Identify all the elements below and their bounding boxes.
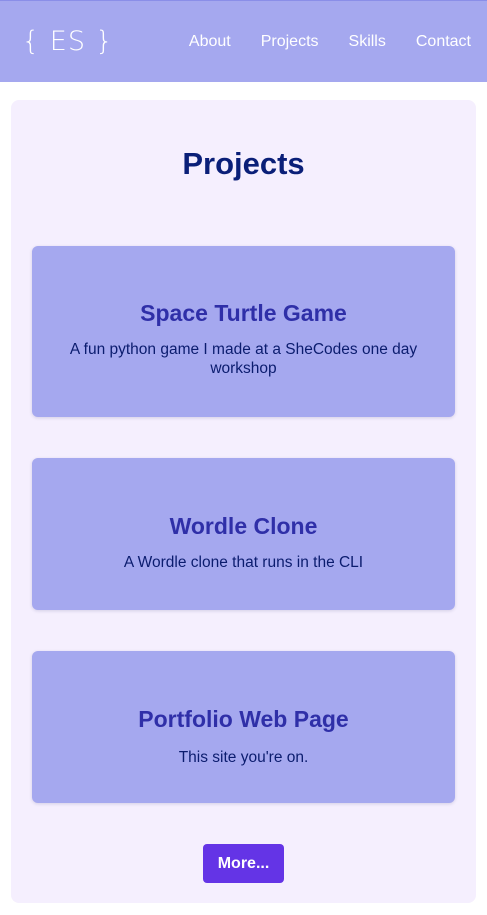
nav-link-skills[interactable]: Skills xyxy=(349,32,386,52)
nav-link-about[interactable]: About xyxy=(189,32,231,52)
project-card-title: Wordle Clone xyxy=(169,513,318,539)
nav-link-contact[interactable]: Contact xyxy=(416,32,471,52)
page-title: Projects xyxy=(182,146,305,181)
project-card-title: Space Turtle Game xyxy=(140,300,347,326)
projects-section: Projects Space Turtle Game A fun python … xyxy=(11,100,476,903)
nav-link-projects[interactable]: Projects xyxy=(261,32,319,52)
more-button[interactable]: More... xyxy=(203,844,284,883)
site-logo[interactable]: { ES } xyxy=(22,27,114,57)
project-card-space-turtle-game[interactable]: Space Turtle Game A fun python game I ma… xyxy=(32,246,455,417)
project-card-description: This site you're on. xyxy=(178,749,309,766)
project-card-title: Portfolio Web Page xyxy=(138,706,349,732)
project-card-description: A fun python game I made at a SheCodes o… xyxy=(69,341,418,377)
project-card-portfolio-web-page[interactable]: Portfolio Web Page This site you're on. xyxy=(32,651,455,803)
navbar: { ES } About Projects Skills Contact xyxy=(0,0,487,82)
project-card-description: A Wordle clone that runs in the CLI xyxy=(123,554,364,571)
nav-links: About Projects Skills Contact xyxy=(189,32,471,52)
project-card-wordle-clone[interactable]: Wordle Clone A Wordle clone that runs in… xyxy=(32,458,455,610)
